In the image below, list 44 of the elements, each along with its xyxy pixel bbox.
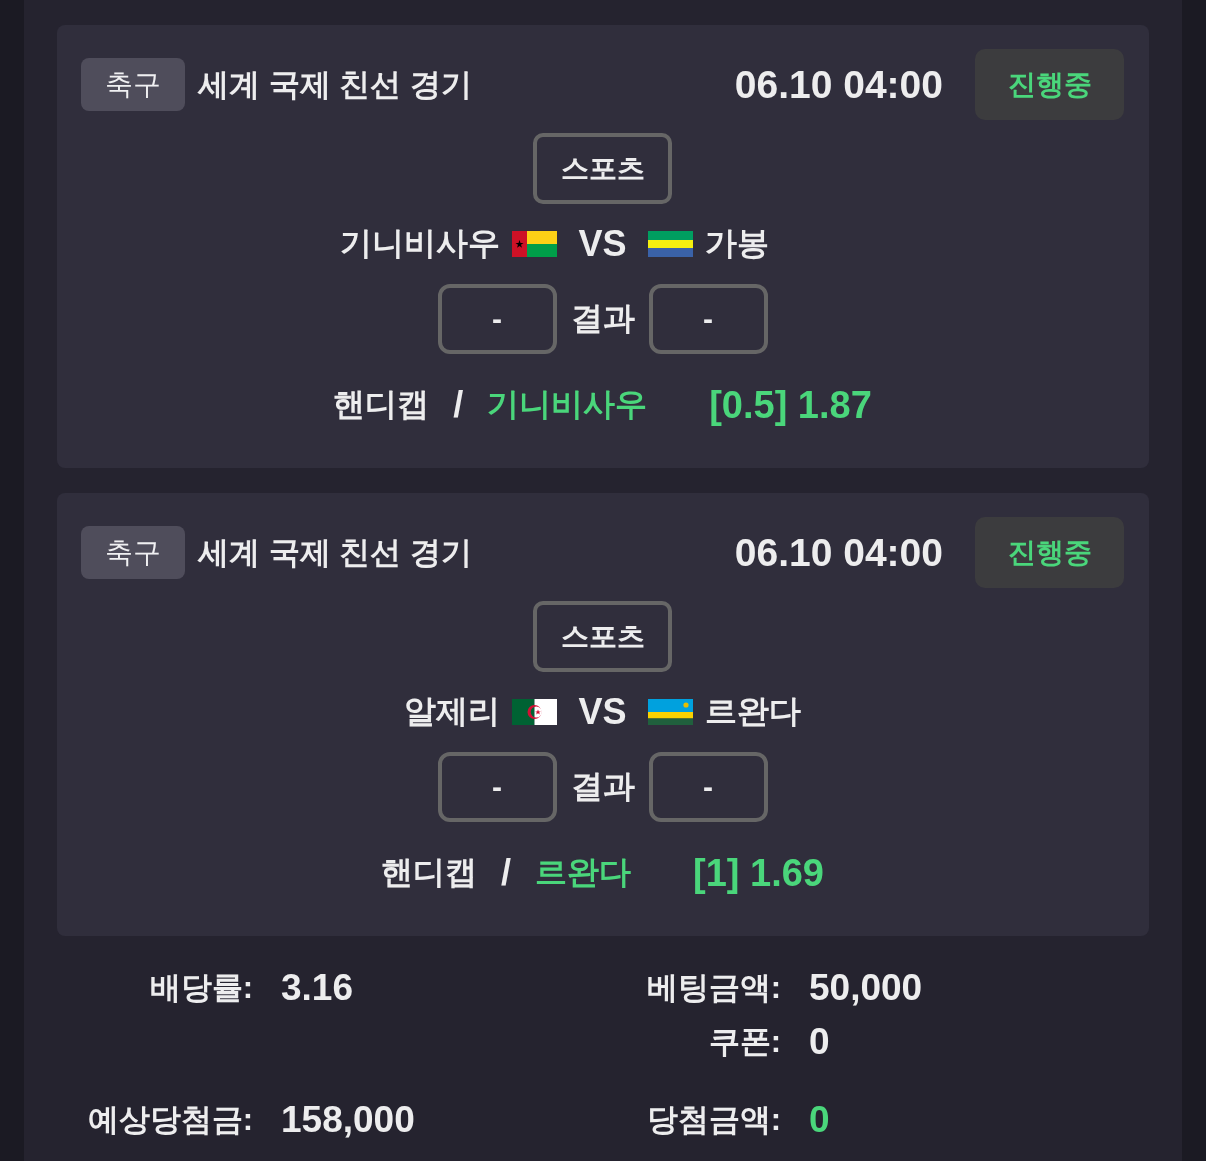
summary-value: 50,000 [809,967,923,1009]
flag-icon [647,699,693,725]
flag-icon [647,231,693,257]
team-name: 르완다 [704,692,801,731]
flag-icon [512,699,558,725]
score-box: - [648,752,768,822]
summary-value: 0 [809,1099,830,1141]
score-box: - [648,284,768,354]
summary-value: 3.16 [281,967,353,1009]
summary-value: 158,000 [281,1099,415,1141]
score-box: - [437,284,557,354]
sport-tag: 축구 [81,526,185,579]
category-label: 스포츠 [533,601,672,672]
summary-label: 베팅금액: [645,969,781,1007]
summary-label: 쿠폰: [707,1023,781,1061]
picked-team: 기니비사우 [487,385,648,424]
handicap-label: 핸디캡 [381,853,477,892]
summary-label: 당첨금액: [645,1101,781,1139]
vs-label: VS [578,223,627,265]
flag-icon [512,231,558,257]
team-name: 가봉 [704,224,769,263]
result-label: 결과 [570,767,635,806]
league-title: 세계 국제 친선 경기 [198,65,472,104]
odds-text: [1] 1.69 [693,851,824,895]
league-title: 세계 국제 친선 경기 [198,533,472,572]
result-label: 결과 [570,299,635,338]
separator-slash: / [453,384,464,426]
handicap-label: 핸디캡 [333,385,430,424]
score-box: - [437,752,557,822]
picked-team: 르완다 [535,853,631,892]
summary-label: 예상당첨금: [86,1101,253,1139]
sport-tag: 축구 [81,58,185,111]
match-time: 06.10 04:00 [734,62,943,107]
match-time: 06.10 04:00 [734,530,943,575]
status-badge: 진행중 [975,49,1124,120]
team-name: 알제리 [404,692,501,731]
separator-slash: / [501,852,511,894]
summary-value: 0 [809,1021,830,1063]
odds-text: [0.5] 1.87 [709,383,872,427]
summary-label: 배당률: [148,969,253,1007]
team-name: 기니비사우 [340,224,501,263]
category-label: 스포츠 [533,133,672,204]
vs-label: VS [578,691,627,733]
status-badge: 진행중 [975,517,1124,588]
